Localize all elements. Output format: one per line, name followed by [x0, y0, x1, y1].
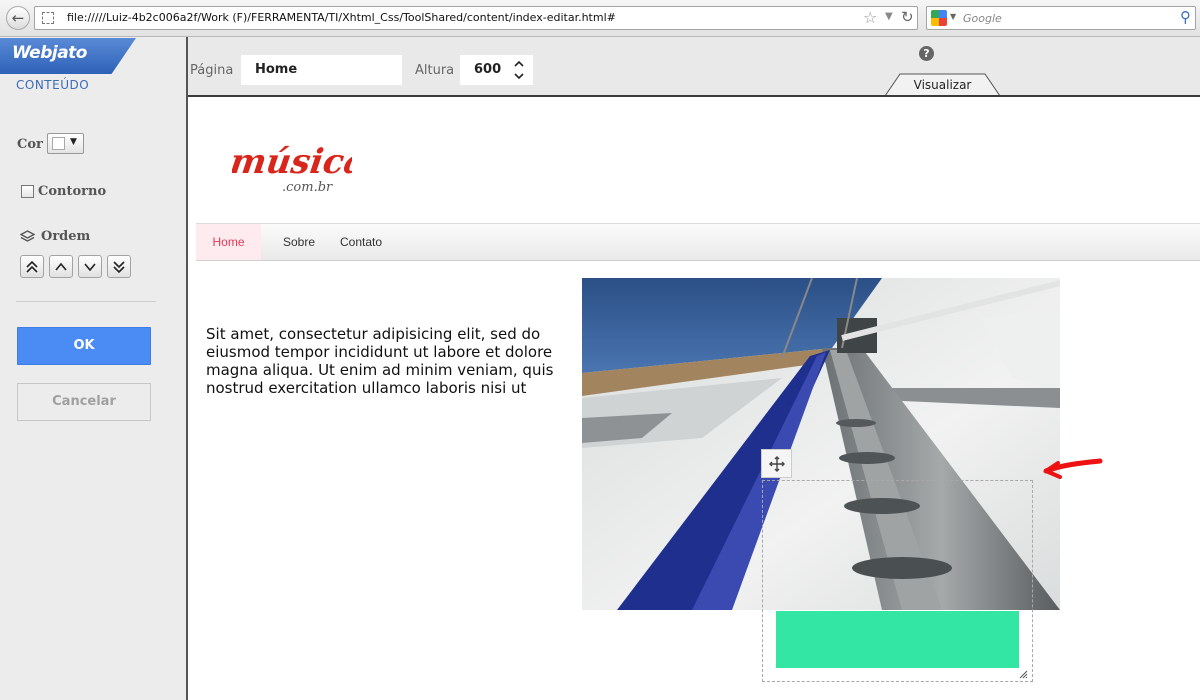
page-select[interactable]: Home [241, 55, 402, 85]
bring-forward-button[interactable] [49, 255, 73, 278]
ok-button[interactable]: OK [17, 327, 151, 365]
order-label: Ordem [41, 229, 91, 244]
search-bar[interactable]: ▼ Google ⚲ [926, 6, 1196, 30]
order-buttons [20, 255, 131, 278]
height-stepper-icon[interactable] [512, 58, 526, 82]
browser-toolbar: ← file://///Luiz-4b2c006a2f/Work (F)/FER… [0, 0, 1200, 37]
send-backward-button[interactable] [78, 255, 102, 278]
bring-to-front-button[interactable] [20, 255, 44, 278]
body-text-block[interactable]: Sit amet, consectetur adipisicing elit, … [206, 325, 566, 397]
outline-checkbox[interactable] [21, 185, 34, 198]
divider [16, 301, 156, 302]
properties-panel: Webjato CONTEÚDO Cor ▼ Contorno Ordem OK… [0, 37, 188, 700]
nav-home[interactable]: Home [196, 224, 261, 260]
app-logo: Webjato [0, 38, 136, 74]
color-picker[interactable]: ▼ [47, 133, 84, 154]
site-logo-text: música [232, 142, 352, 182]
selection-outline[interactable] [762, 480, 1033, 682]
search-icon[interactable]: ⚲ [1180, 8, 1191, 26]
chevron-down-icon [84, 262, 96, 271]
color-swatch [52, 137, 65, 150]
order-heading: Ordem [20, 229, 90, 244]
history-dropdown-icon[interactable]: ▼ [885, 11, 893, 22]
height-value: 600 [474, 62, 502, 77]
google-icon[interactable] [931, 10, 947, 26]
page-value: Home [255, 62, 298, 77]
outline-label: Contorno [38, 184, 107, 199]
cancel-button[interactable]: Cancelar [17, 383, 151, 421]
height-input[interactable]: 600 [460, 55, 533, 85]
page-canvas: música .com.br Home Sobre Contato Sit am… [188, 95, 1200, 700]
site-logo[interactable]: música .com.br [232, 137, 352, 199]
caret-down-icon: ▼ [70, 137, 77, 147]
address-bar[interactable]: file://///Luiz-4b2c006a2f/Work (F)/FERRA… [34, 6, 918, 30]
app-logo-text: Webjato [12, 43, 87, 63]
double-chevron-down-icon [113, 260, 125, 273]
page-icon [42, 12, 54, 24]
double-chevron-up-icon [26, 260, 38, 273]
height-label: Altura [415, 63, 455, 78]
search-placeholder: Google [963, 12, 1002, 25]
back-arrow-icon: ← [11, 9, 25, 27]
section-title: CONTEÚDO [16, 78, 90, 92]
page-label: Página [190, 63, 234, 78]
preview-tab[interactable]: Visualizar [885, 73, 1000, 96]
url-text: file://///Luiz-4b2c006a2f/Work (F)/FERRA… [67, 11, 616, 24]
outline-option[interactable]: Contorno [21, 184, 106, 199]
reload-icon[interactable]: ↻ [901, 8, 914, 26]
resize-handle-icon[interactable] [1018, 669, 1028, 679]
site-nav: Home Sobre Contato [196, 223, 1200, 261]
layers-icon [20, 229, 35, 242]
bookmark-star-icon[interactable]: ☆ [863, 8, 877, 27]
nav-contact[interactable]: Contato [324, 224, 398, 260]
move-icon [768, 455, 785, 472]
search-engine-dropdown-icon[interactable]: ▼ [950, 12, 956, 21]
preview-tab-label: Visualizar [913, 78, 972, 92]
help-icon[interactable]: ? [919, 46, 934, 61]
color-label: Cor [17, 137, 43, 152]
red-arrow-annotation [1043, 458, 1103, 479]
back-button[interactable]: ← [6, 6, 30, 30]
chevron-up-icon [55, 262, 67, 271]
move-handle[interactable] [761, 449, 792, 478]
send-to-back-button[interactable] [107, 255, 131, 278]
nav-about[interactable]: Sobre [267, 224, 331, 260]
site-logo-domain: .com.br [282, 180, 333, 195]
